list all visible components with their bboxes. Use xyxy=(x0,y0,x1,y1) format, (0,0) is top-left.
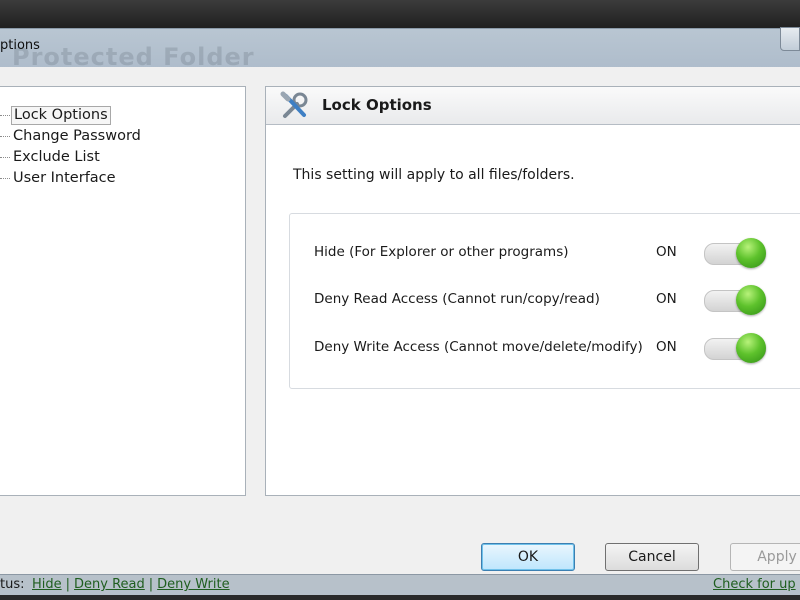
options-window: Protected Folder ptions Lock Options Cha… xyxy=(0,27,800,575)
tree-connector xyxy=(0,157,10,158)
tree-connector xyxy=(0,136,10,137)
option-label: Deny Write Access (Cannot move/delete/mo… xyxy=(314,339,643,355)
tree-connector xyxy=(0,115,10,116)
tree-item-user-interface[interactable]: User Interface xyxy=(0,169,118,188)
toggle-knob xyxy=(736,285,766,315)
tree-item-label: Exclude List xyxy=(13,149,100,165)
option-label: Hide (For Explorer or other programs) xyxy=(314,244,569,260)
ok-button[interactable]: OK xyxy=(481,543,575,571)
deny-read-toggle[interactable] xyxy=(704,285,768,315)
apply-button[interactable]: Apply xyxy=(730,543,800,571)
link-separator: | xyxy=(65,577,71,592)
hide-toggle[interactable] xyxy=(704,238,768,268)
status-link-deny-write[interactable]: Deny Write xyxy=(157,577,229,592)
dialog-client-area: Lock Options Change Password Exclude Lis… xyxy=(0,67,800,575)
check-for-updates-link[interactable]: Check for up xyxy=(713,577,796,592)
tree-item-lock-options[interactable]: Lock Options xyxy=(0,106,111,125)
panel-header: Lock Options xyxy=(266,87,800,125)
toggle-knob xyxy=(736,333,766,363)
lock-options-group: Hide (For Explorer or other programs) ON… xyxy=(289,213,800,389)
window-title: ptions xyxy=(0,38,40,53)
status-bar: tus: Hide | Deny Read | Deny Write Check for… xyxy=(0,574,800,595)
desktop-bottom-strip xyxy=(0,595,800,600)
status-link-hide[interactable]: Hide xyxy=(32,577,62,592)
cancel-button[interactable]: Cancel xyxy=(605,543,699,571)
option-state: ON xyxy=(656,339,677,355)
panel-title: Lock Options xyxy=(322,96,432,114)
option-label: Deny Read Access (Cannot run/copy/read) xyxy=(314,291,600,307)
tree-item-label: Lock Options xyxy=(11,106,111,125)
options-tree: Lock Options Change Password Exclude Lis… xyxy=(0,86,246,496)
toggle-knob xyxy=(736,238,766,268)
tree-item-label: Change Password xyxy=(13,128,141,144)
tree-item-change-password[interactable]: Change Password xyxy=(0,127,143,146)
option-row-deny-read: Deny Read Access (Cannot run/copy/read) … xyxy=(290,285,800,315)
tools-icon xyxy=(280,91,308,118)
title-bar: Protected Folder ptions xyxy=(0,27,800,71)
settings-description: This setting will apply to all files/fol… xyxy=(293,167,575,183)
status-link-deny-read[interactable]: Deny Read xyxy=(74,577,145,592)
status-links: Hide | Deny Read | Deny Write xyxy=(32,577,230,592)
tree-connector xyxy=(0,178,10,179)
window-control-button[interactable] xyxy=(780,27,800,51)
status-label: tus: xyxy=(0,577,25,592)
option-row-hide: Hide (For Explorer or other programs) ON xyxy=(290,238,800,268)
deny-write-toggle[interactable] xyxy=(704,333,768,363)
link-separator: | xyxy=(148,577,154,592)
lock-options-panel: Lock Options This setting will apply to … xyxy=(265,86,800,496)
tree-item-label: User Interface xyxy=(13,170,116,186)
desktop-top-strip xyxy=(0,0,800,28)
option-state: ON xyxy=(656,244,677,260)
option-row-deny-write: Deny Write Access (Cannot move/delete/mo… xyxy=(290,333,800,363)
tree-item-exclude-list[interactable]: Exclude List xyxy=(0,148,102,167)
option-state: ON xyxy=(656,291,677,307)
